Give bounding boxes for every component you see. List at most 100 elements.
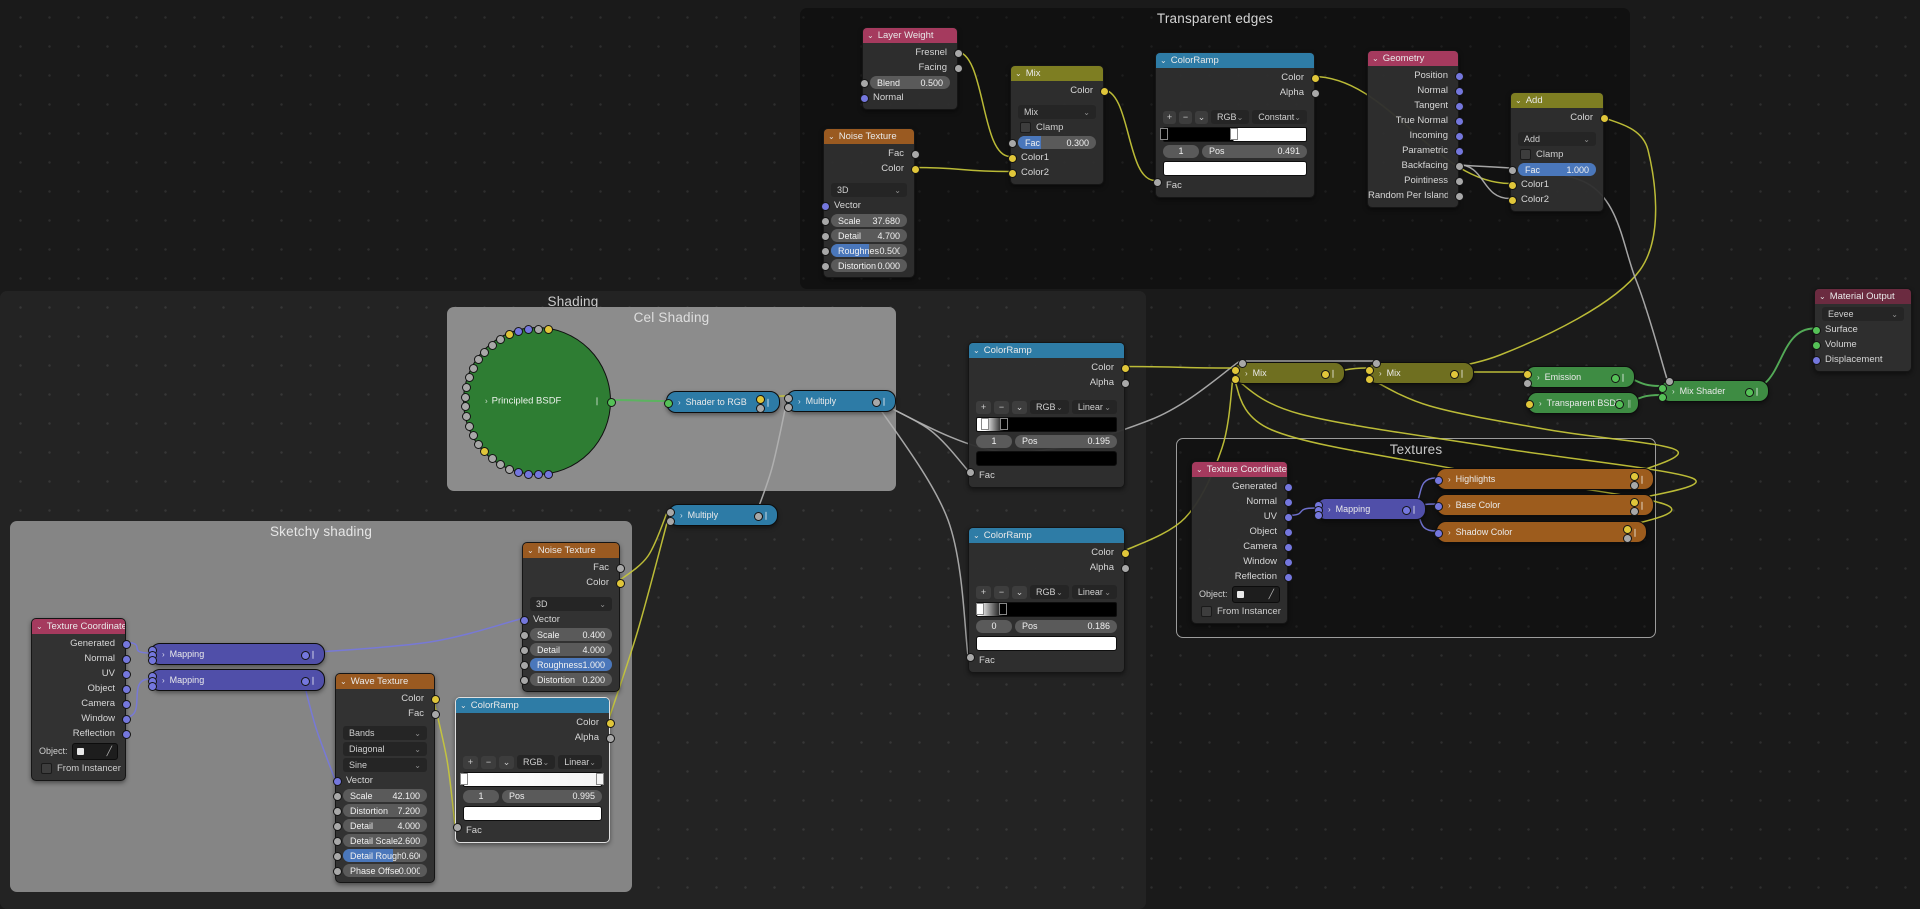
bsdf-input-socket[interactable] xyxy=(462,412,472,422)
vector-socket[interactable] xyxy=(332,777,342,786)
node-header-colorramp-mid[interactable]: ⌄ ColorRamp xyxy=(969,343,1124,358)
bsdf-input-socket[interactable] xyxy=(462,382,472,392)
ramp-stop-marker[interactable] xyxy=(999,604,1006,614)
true-normal-socket[interactable] xyxy=(1454,117,1464,126)
fac-socket[interactable] xyxy=(910,150,920,159)
output-socket[interactable] xyxy=(753,511,763,521)
node-emission[interactable]: › Emission ∥ xyxy=(1522,366,1635,388)
output-socket[interactable] xyxy=(1629,471,1639,481)
bsdf-input-socket[interactable] xyxy=(460,392,470,402)
output-socket[interactable] xyxy=(755,394,765,404)
roughness-socket[interactable] xyxy=(820,247,830,256)
ramp-stop-marker[interactable] xyxy=(1161,129,1167,139)
input-socket[interactable] xyxy=(1433,501,1443,511)
bsdf-input-socket[interactable] xyxy=(533,324,543,334)
object-field[interactable]: ╱ xyxy=(1231,585,1280,603)
field-scale[interactable]: Scale 37.680 xyxy=(831,214,907,227)
bsdf-input-socket[interactable] xyxy=(523,469,533,479)
ramp-stop-marker[interactable] xyxy=(597,774,604,784)
bsdf-input-socket[interactable] xyxy=(504,330,514,340)
node-multiply-2[interactable]: › Multiply ∥ xyxy=(665,504,778,526)
field-fac[interactable]: Fac 0.300 xyxy=(1018,136,1096,149)
add-stop-button[interactable]: + xyxy=(463,755,478,769)
color-socket[interactable] xyxy=(615,579,625,588)
node-base-color[interactable]: › Base Color ∥ xyxy=(1433,494,1654,516)
node-texcoord-sk[interactable]: ⌄ Texture Coordinate Generated Normal UV Obje… xyxy=(31,618,131,781)
color-socket[interactable] xyxy=(430,695,440,704)
object-field[interactable]: ╱ xyxy=(71,742,118,760)
input-socket[interactable] xyxy=(1522,378,1532,388)
generated-socket[interactable] xyxy=(1283,483,1293,492)
dropdown-eevee[interactable]: Eevee ⌄ xyxy=(1822,307,1904,321)
input-socket[interactable] xyxy=(783,402,793,412)
ramp-options-button[interactable]: ⌄ xyxy=(499,755,514,769)
output-socket[interactable] xyxy=(1629,497,1639,507)
interpolation-dropdown[interactable]: Linear ⌄ xyxy=(1071,400,1117,414)
input-socket[interactable] xyxy=(147,681,157,691)
volume-socket[interactable] xyxy=(1811,341,1821,350)
checkbox-row-from-instancer[interactable]: From Instancer xyxy=(1192,604,1287,619)
input-socket[interactable] xyxy=(1364,365,1374,375)
add-stop-button[interactable]: + xyxy=(976,585,991,599)
fac-socket[interactable] xyxy=(965,468,975,477)
node-colorramp-edge[interactable]: ⌄ ColorRamp Color Alpha + − ⌄ RGB ⌄ Constant ⌄ 1 Pos… xyxy=(1152,52,1320,198)
field-blend[interactable]: Blend 0.500 xyxy=(870,76,950,89)
distortion-socket[interactable] xyxy=(820,262,830,271)
alpha-socket[interactable] xyxy=(605,734,615,743)
ramp-stop-marker[interactable] xyxy=(976,604,983,614)
color-socket[interactable] xyxy=(1310,74,1320,83)
output-socket[interactable] xyxy=(1401,505,1411,515)
fac-socket[interactable] xyxy=(430,710,440,719)
node-noise-sk[interactable]: ⌄ Noise Texture Fac Color 3D ⌄ Vector Scale 0.40… xyxy=(519,542,625,692)
node-mapping-sk1[interactable]: › Mapping ∥ xyxy=(147,643,325,665)
stop-position-field[interactable]: Pos 0.195 xyxy=(1015,434,1117,448)
object-socket[interactable] xyxy=(121,685,131,694)
uv-socket[interactable] xyxy=(1283,513,1293,522)
input-socket[interactable] xyxy=(1433,475,1443,485)
remove-stop-button[interactable]: − xyxy=(994,400,1009,414)
input-socket[interactable] xyxy=(1313,510,1323,520)
input-socket[interactable] xyxy=(147,655,157,665)
node-header-colorramp-sk[interactable]: ⌄ ColorRamp xyxy=(456,698,609,713)
input-socket[interactable] xyxy=(1230,374,1240,384)
input-socket[interactable] xyxy=(665,507,675,517)
color-ramp-gradient[interactable] xyxy=(461,772,604,787)
output-socket[interactable] xyxy=(1744,387,1754,397)
color2-socket[interactable] xyxy=(1007,169,1017,178)
color-ramp-gradient[interactable] xyxy=(976,417,1117,432)
incoming-socket[interactable] xyxy=(1454,132,1464,141)
stop-index-field[interactable]: 1 xyxy=(1163,144,1199,158)
field-detail[interactable]: Detail 4.000 xyxy=(530,643,612,656)
phase-offset-socket[interactable] xyxy=(332,867,342,876)
output-socket[interactable] xyxy=(1449,369,1459,379)
color-ramp-gradient[interactable] xyxy=(976,602,1117,617)
stop-color-swatch[interactable] xyxy=(976,451,1117,466)
node-mapping-tex[interactable]: › Mapping ∥ xyxy=(1313,498,1426,520)
ramp-options-button[interactable]: ⌄ xyxy=(1012,400,1027,414)
node-mapping-sk2[interactable]: › Mapping ∥ xyxy=(147,669,325,691)
distortion-socket[interactable] xyxy=(332,807,342,816)
node-multiply-1[interactable]: › Multiply ∥ xyxy=(783,390,896,412)
color-socket[interactable] xyxy=(910,165,920,174)
color-mode-dropdown[interactable]: RGB ⌄ xyxy=(1030,400,1069,414)
dropdown-add[interactable]: Add ⌄ xyxy=(1518,132,1596,146)
field-scale[interactable]: Scale 0.400 xyxy=(530,628,612,641)
ramp-stop-marker[interactable] xyxy=(1230,129,1237,139)
dropdown-mix[interactable]: Mix ⌄ xyxy=(1018,105,1096,119)
fac-socket[interactable] xyxy=(615,564,625,573)
checkbox-clamp[interactable] xyxy=(1020,122,1031,133)
field-detail-scale[interactable]: Detail Scale 2.600 xyxy=(343,834,427,847)
stop-position-field[interactable]: Pos 0.995 xyxy=(502,789,602,803)
node-colorramp-low[interactable]: ⌄ ColorRamp Color Alpha + − ⌄ RGB ⌄ Linear ⌄ 0 Pos 0.… xyxy=(965,527,1130,673)
input-socket[interactable] xyxy=(665,516,675,526)
color-mode-dropdown[interactable]: RGB ⌄ xyxy=(1030,585,1069,599)
checkbox-row-from-instancer[interactable]: From Instancer xyxy=(32,761,125,776)
color-ramp-gradient[interactable] xyxy=(1161,127,1307,142)
output-socket[interactable] xyxy=(1622,533,1632,543)
remove-stop-button[interactable]: − xyxy=(1179,110,1193,124)
position-socket[interactable] xyxy=(1454,72,1464,81)
output-socket[interactable] xyxy=(1614,399,1624,409)
color-socket[interactable] xyxy=(1120,549,1130,558)
dropdown-bands[interactable]: Bands ⌄ xyxy=(343,726,427,740)
parametric-socket[interactable] xyxy=(1454,147,1464,156)
